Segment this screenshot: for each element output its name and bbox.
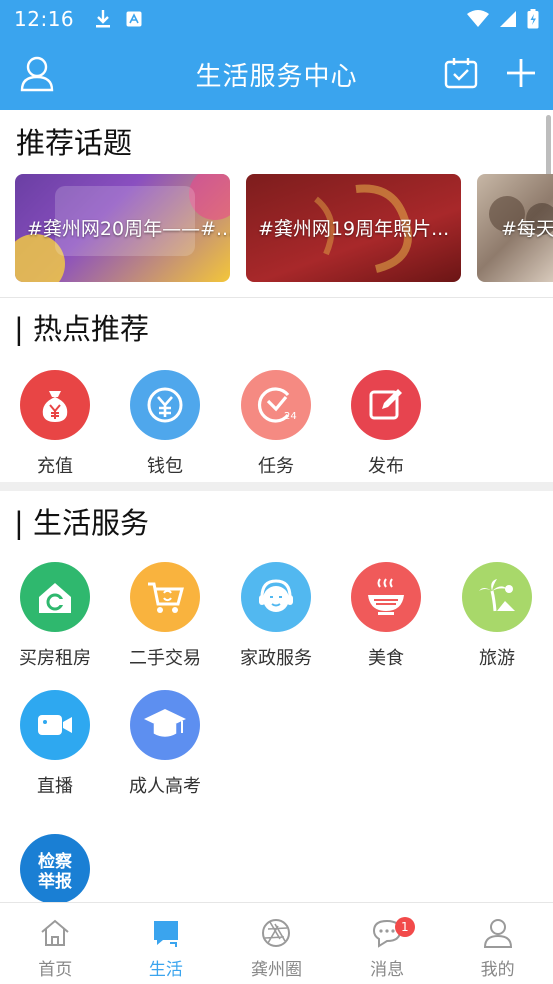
bottom-tab-bar: 首页 生活 龚州圈 1 消息 我的	[0, 902, 553, 984]
second-hand-button[interactable]: 二手交易	[110, 562, 220, 670]
house-icon	[20, 562, 90, 632]
publish-label: 发布	[368, 456, 404, 477]
battery-icon	[527, 9, 539, 29]
tab-home-label: 首页	[38, 960, 73, 980]
tab-community-label: 龚州圈	[250, 960, 302, 980]
house-rental-button[interactable]: 买房租房	[0, 562, 110, 670]
aperture-icon	[262, 919, 291, 947]
housekeeping-label: 家政服务	[240, 648, 312, 669]
publish-button[interactable]: 发布	[331, 370, 441, 478]
wifi-icon	[467, 10, 489, 27]
travel-label: 旅游	[479, 648, 515, 669]
palm-tree-icon	[462, 562, 532, 632]
life-title: | 生活服务	[14, 506, 149, 540]
video-camera-icon	[20, 690, 90, 760]
app-notification-icon	[126, 11, 142, 27]
page-title: 生活服务中心	[195, 61, 358, 92]
housekeeper-icon	[241, 562, 311, 632]
wallet-label: 钱包	[147, 456, 183, 477]
recharge-button[interactable]: 充值	[0, 370, 110, 478]
home-icon	[41, 919, 69, 946]
svg-text:检察: 检察	[38, 851, 73, 872]
svg-text:举报: 举报	[37, 871, 72, 892]
message-count-badge: 1	[394, 917, 415, 937]
topic-card[interactable]: #每天	[477, 174, 553, 282]
wallet-icon	[130, 370, 200, 440]
procuratorate-report-button[interactable]: 检察 举报	[0, 834, 110, 904]
topic-label: #龚州网19周年照片...	[258, 218, 450, 240]
section-divider	[0, 482, 553, 491]
signal-icon	[500, 11, 516, 27]
tab-community[interactable]: 龚州圈	[221, 903, 332, 984]
topic-card[interactable]: #龚州网19周年照片...	[246, 174, 461, 282]
travel-button[interactable]: 旅游	[442, 562, 552, 670]
app-bar: 生活服务中心	[0, 38, 553, 110]
task-icon: 24	[241, 370, 311, 440]
checkin-button[interactable]	[444, 57, 478, 93]
status-bar: 12:16	[0, 0, 553, 38]
plus-icon	[507, 59, 535, 87]
topics-carousel[interactable]: #龚州网20周年——#... #龚州网19周年照片... #每天	[0, 174, 553, 282]
user-icon	[483, 919, 512, 948]
user-icon	[20, 56, 54, 92]
tab-home[interactable]: 首页	[0, 903, 111, 984]
tab-messages[interactable]: 1 消息	[332, 903, 443, 984]
food-button[interactable]: 美食	[331, 562, 441, 670]
live-stream-button[interactable]: 直播	[0, 690, 110, 798]
life-chat-icon	[153, 921, 178, 947]
profile-button[interactable]	[20, 56, 54, 96]
task-button[interactable]: 24 任务	[221, 370, 331, 478]
status-time: 12:16	[14, 7, 75, 31]
procuratorate-report-logo: 检察 举报	[20, 834, 90, 904]
tab-life-label: 生活	[148, 960, 183, 980]
task-label: 任务	[258, 456, 294, 477]
topics-title: 推荐话题	[16, 126, 133, 160]
download-icon	[96, 10, 111, 28]
tab-mine[interactable]: 我的	[442, 903, 553, 984]
food-bowl-icon	[351, 562, 421, 632]
housekeeping-button[interactable]: 家政服务	[221, 562, 331, 670]
house-rental-label: 买房租房	[19, 648, 91, 669]
topic-label: #龚州网20周年——#...	[27, 218, 230, 240]
recharge-label: 充值	[37, 456, 73, 477]
second-hand-label: 二手交易	[129, 648, 201, 669]
live-stream-label: 直播	[37, 776, 73, 797]
adult-exam-button[interactable]: 成人高考	[110, 690, 220, 798]
tab-messages-label: 消息	[370, 960, 405, 980]
graduation-cap-icon	[130, 690, 200, 760]
svg-text:24: 24	[284, 411, 297, 422]
topic-label: #每天	[501, 218, 553, 240]
adult-exam-label: 成人高考	[129, 776, 201, 797]
food-label: 美食	[368, 648, 404, 669]
hot-title: | 热点推荐	[14, 312, 149, 346]
tab-life[interactable]: 生活	[111, 903, 222, 984]
calendar-check-icon	[444, 58, 478, 89]
recharge-icon	[20, 370, 90, 440]
tab-mine-label: 我的	[480, 960, 515, 980]
add-button[interactable]	[505, 57, 537, 93]
divider	[0, 297, 553, 298]
wallet-button[interactable]: 钱包	[110, 370, 220, 478]
shopping-cart-icon	[130, 562, 200, 632]
edit-icon	[351, 370, 421, 440]
topic-card[interactable]: #龚州网20周年——#...	[15, 174, 230, 282]
